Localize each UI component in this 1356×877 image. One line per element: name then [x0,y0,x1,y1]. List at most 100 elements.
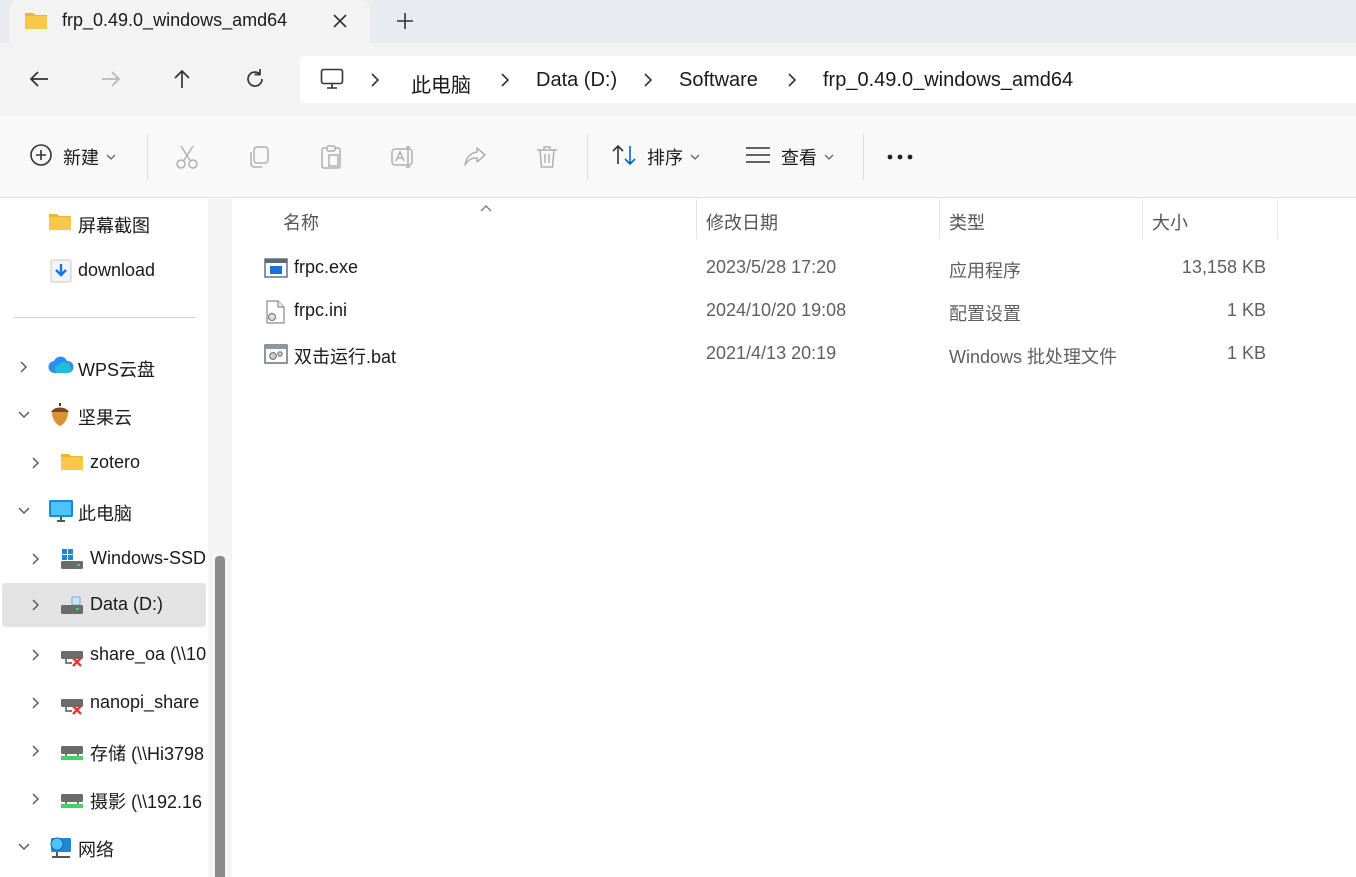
navigation-pane: 屏幕截图 download WPS云盘 坚果云 zotero 此电脑 Windo… [0,199,208,877]
file-row[interactable]: 双击运行.bat 2021/4/13 20:19 Windows 批处理文件 1… [232,331,1356,374]
sidebar-item-storage[interactable]: 存储 (\\Hi3798 [0,729,208,773]
breadcrumb-software[interactable]: Software [679,69,758,92]
cut-icon[interactable] [173,143,201,171]
chevron-right-icon[interactable] [496,70,514,90]
breadcrumb-data-drive[interactable]: Data (D:) [536,69,617,92]
sidebar-item-data-drive[interactable]: Data (D:) [2,583,206,627]
chevron-right-icon[interactable] [28,597,44,613]
sidebar-item-label: nanopi_share [90,692,200,712]
network-drive-icon [60,739,86,763]
file-list: 名称 修改日期 类型 大小 frpc.exe 2023/5/28 17:20 应… [232,199,1356,877]
sidebar-item-nutstore[interactable]: 坚果云 [0,393,208,437]
toolbar-divider [147,134,148,180]
sidebar-item-label: 存储 (\\Hi3798 [90,744,205,764]
new-label: 新建 [63,148,99,168]
chevron-right-icon[interactable] [28,455,44,471]
chevron-right-icon[interactable] [16,359,32,375]
chevron-right-icon[interactable] [783,70,801,90]
file-row[interactable]: frpc.exe 2023/5/28 17:20 应用程序 13,158 KB [232,245,1356,288]
chevron-down-icon [690,148,700,166]
plus-icon[interactable] [392,8,418,34]
sort-button[interactable]: 排序 [611,140,700,174]
column-divider[interactable] [1277,199,1278,239]
view-list-icon [745,145,771,170]
sidebar-item-nanopi-share[interactable]: nanopi_share [0,681,208,725]
view-label: 查看 [781,148,817,168]
chevron-right-icon[interactable] [28,695,44,711]
sidebar-item-zotero[interactable]: zotero [0,441,208,485]
sidebar-item-label: WPS云盘 [78,360,156,380]
address-bar[interactable]: 此电脑 Data (D:) Software frp_0.49.0_window… [300,56,1356,103]
rename-icon[interactable] [389,143,417,171]
sidebar-item-share-oa[interactable]: share_oa (\\10 [0,633,208,677]
more-icon[interactable] [886,143,914,171]
chevron-down-icon[interactable] [16,839,32,855]
cloud-icon [48,355,74,379]
navigation-bar: 此电脑 Data (D:) Software frp_0.49.0_window… [0,43,1356,116]
chevron-right-icon[interactable] [28,551,44,567]
network-drive-disconnected-icon [60,643,86,667]
sidebar-item-windows-ssd[interactable]: Windows-SSD [0,537,208,581]
share-icon[interactable] [461,143,489,171]
breadcrumb-current-folder[interactable]: frp_0.49.0_windows_amd64 [823,69,1073,92]
computer-icon[interactable] [320,68,344,95]
file-size: 13,158 KB [1181,257,1266,277]
network-drive-disconnected-icon [60,691,86,715]
chevron-down-icon[interactable] [16,503,32,519]
column-header-modified[interactable]: 修改日期 [706,209,778,235]
sidebar-item-label: share_oa (\\10 [90,644,207,664]
tab-active[interactable]: frp_0.49.0_windows_amd64 [10,0,370,43]
sort-icon [611,143,637,172]
column-divider[interactable] [1142,199,1143,239]
sidebar-item-label: Windows-SSD [90,548,207,568]
refresh-icon[interactable] [239,63,271,95]
copy-icon[interactable] [245,143,273,171]
sidebar-item-screenshots[interactable]: 屏幕截图 [0,201,208,245]
drive-icon [60,593,86,617]
file-row[interactable]: frpc.ini 2024/10/20 19:08 配置设置 1 KB [232,288,1356,331]
chevron-down-icon [824,148,834,166]
breadcrumb-this-pc[interactable]: 此电脑 [411,69,471,98]
column-header-name[interactable]: 名称 [283,209,319,235]
chevron-right-icon[interactable] [28,743,44,759]
column-header-size[interactable]: 大小 [1152,209,1188,235]
plus-circle-icon [29,143,53,172]
delete-icon[interactable] [533,143,561,171]
sidebar-item-label: download [78,260,156,280]
sidebar-item-this-pc[interactable]: 此电脑 [0,489,208,533]
close-icon[interactable] [328,9,352,33]
command-bar: 新建 排序 查看 [0,116,1356,198]
chevron-down-icon [106,148,116,166]
view-button[interactable]: 查看 [745,140,834,174]
folder-icon [24,10,48,35]
sidebar-scrollbar-thumb[interactable] [215,556,225,877]
arrow-up-icon[interactable] [166,63,198,95]
sidebar-item-label: 屏幕截图 [78,216,150,236]
file-type: 应用程序 [949,261,1021,281]
sidebar-item-photography[interactable]: 摄影 (\\192.16 [0,777,208,821]
network-icon [48,835,74,859]
exe-icon [264,257,288,281]
sidebar-item-download[interactable]: download [0,249,208,293]
download-icon [50,259,76,283]
column-header-type[interactable]: 类型 [949,209,985,235]
paste-icon[interactable] [317,143,345,171]
arrow-right-icon[interactable] [95,63,127,95]
chevron-right-icon[interactable] [366,70,384,90]
chevron-right-icon[interactable] [28,791,44,807]
sidebar-item-network[interactable]: 网络 [0,825,208,869]
sidebar-item-wps-cloud[interactable]: WPS云盘 [0,345,208,389]
column-divider[interactable] [696,199,697,239]
batch-file-icon [264,343,288,367]
chevron-down-icon[interactable] [16,407,32,423]
chevron-right-icon[interactable] [28,647,44,663]
column-divider[interactable] [939,199,940,239]
chevron-right-icon[interactable] [639,70,657,90]
file-name: frpc.exe [294,257,359,277]
file-size: 1 KB [1226,300,1266,320]
arrow-left-icon[interactable] [23,63,55,95]
file-modified: 2021/4/13 20:19 [706,343,837,363]
new-button[interactable]: 新建 [29,140,116,174]
config-file-icon [264,300,288,324]
file-name: 双击运行.bat [294,347,397,367]
